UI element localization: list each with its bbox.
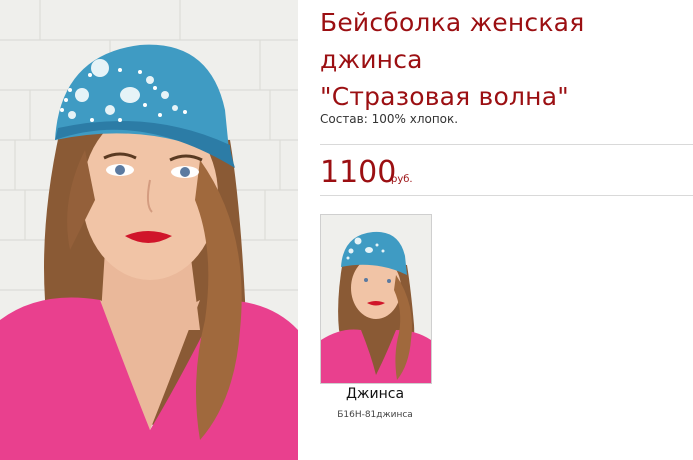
variant-name[interactable]: Джинса: [320, 386, 430, 402]
price-currency: руб.: [391, 174, 413, 185]
product-composition: Состав: 100% хлопок.: [320, 112, 459, 126]
product-price: 1100: [320, 155, 397, 190]
model-in-cap-photo: [0, 0, 298, 460]
variant-code: Б16Н-81джинса: [337, 410, 413, 420]
divider: [320, 144, 693, 145]
divider: [320, 195, 693, 196]
product-title-line1: Бейсболка женская джинса: [320, 8, 585, 74]
variant-photo: [321, 215, 431, 383]
product-main-image[interactable]: [0, 0, 298, 460]
product-title-line2: "Стразовая волна": [320, 82, 569, 111]
variant-thumbnail[interactable]: [320, 214, 432, 384]
product-title: Бейсболка женская джинса "Стразовая волн…: [320, 4, 693, 115]
